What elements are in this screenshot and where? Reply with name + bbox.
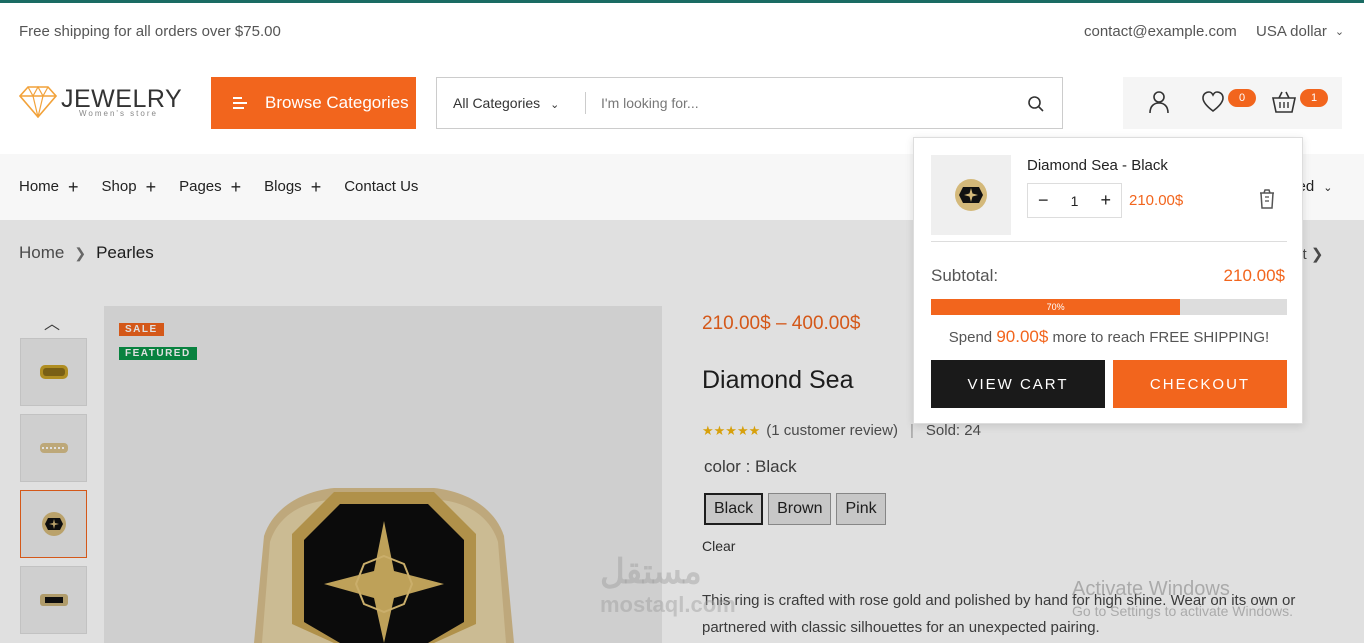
nav-item-pages[interactable]: Pages +: [179, 176, 242, 197]
plus-icon: +: [230, 176, 242, 197]
mini-cart-dropdown: Diamond Sea - Black − 1 + 210.00$ Subtot…: [913, 137, 1303, 424]
menu-bars-icon: [233, 94, 247, 112]
search-icon[interactable]: [1027, 95, 1045, 118]
browse-categories-button[interactable]: Browse Categories: [211, 77, 416, 129]
divider: [931, 241, 1287, 242]
quantity-stepper: − 1 +: [1027, 183, 1122, 218]
nav-item-home[interactable]: Home +: [19, 176, 79, 197]
currency-label: USA dollar: [1256, 23, 1327, 40]
trash-icon[interactable]: [1257, 188, 1277, 215]
decrease-quantity-button[interactable]: −: [1038, 190, 1049, 211]
subtotal-value: 210.00$: [1223, 266, 1285, 285]
basket-icon[interactable]: [1271, 90, 1297, 119]
nav-label: Shop: [101, 178, 137, 195]
wishlist-count-badge: 0: [1228, 89, 1256, 107]
search-divider: [585, 92, 586, 114]
nav-label: Blogs: [264, 178, 302, 195]
header-actions: 0 1: [1123, 77, 1342, 129]
cart-item-image[interactable]: [931, 155, 1011, 235]
browse-categories-label: Browse Categories: [265, 93, 409, 112]
nav-label: Home: [19, 178, 60, 195]
nav-item-shop[interactable]: Shop +: [101, 176, 157, 197]
spend-amount: 90.00$: [996, 327, 1049, 346]
search-input[interactable]: [601, 90, 1001, 116]
top-bar: Free shipping for all orders over $75.00…: [0, 3, 1364, 59]
free-shipping-progress: 70%: [931, 299, 1287, 315]
contact-email-link[interactable]: contact@example.com: [1084, 23, 1237, 40]
chevron-down-icon: ⌄: [1323, 182, 1333, 194]
cart-item-price: 210.00$: [1129, 192, 1184, 209]
search-category-label: All Categories: [453, 95, 541, 111]
plus-icon: +: [310, 176, 322, 197]
nav-label: Pages: [179, 178, 222, 195]
search-category-select[interactable]: All Categories ⌄: [453, 95, 559, 111]
view-cart-button[interactable]: VIEW CART: [931, 360, 1105, 408]
increase-quantity-button[interactable]: +: [1100, 190, 1111, 211]
checkout-button[interactable]: CHECKOUT: [1113, 360, 1287, 408]
heart-icon[interactable]: [1201, 91, 1225, 118]
subtotal-label: Subtotal:: [931, 266, 999, 285]
nav-item-blogs[interactable]: Blogs +: [264, 176, 322, 197]
cart-count-badge: 1: [1300, 89, 1328, 107]
plus-icon: +: [68, 176, 79, 197]
search-bar: All Categories ⌄: [436, 77, 1063, 129]
diamond-logo-icon: [19, 85, 57, 118]
logo-tagline: Women's store: [79, 109, 158, 118]
progress-fill: 70%: [931, 299, 1181, 315]
free-shipping-message: Spend 90.00$ more to reach FREE SHIPPING…: [914, 327, 1304, 347]
nav-label: Contact Us: [344, 178, 419, 195]
cart-item-name[interactable]: Diamond Sea - Black: [1027, 157, 1168, 174]
chevron-down-icon: ⌄: [1334, 26, 1345, 38]
site-logo[interactable]: JEWELRY Women's store: [19, 84, 189, 122]
user-icon[interactable]: [1148, 90, 1170, 119]
quantity-value[interactable]: 1: [1071, 193, 1079, 209]
spend-suffix: more to reach FREE SHIPPING!: [1052, 329, 1270, 346]
nav-item-contact[interactable]: Contact Us: [344, 178, 418, 195]
spend-prefix: Spend: [948, 329, 993, 346]
shipping-notice: Free shipping for all orders over $75.00: [19, 23, 281, 40]
plus-icon: +: [145, 176, 157, 197]
chevron-down-icon: ⌄: [550, 99, 560, 111]
currency-selector[interactable]: USA dollar ⌄: [1256, 23, 1344, 40]
